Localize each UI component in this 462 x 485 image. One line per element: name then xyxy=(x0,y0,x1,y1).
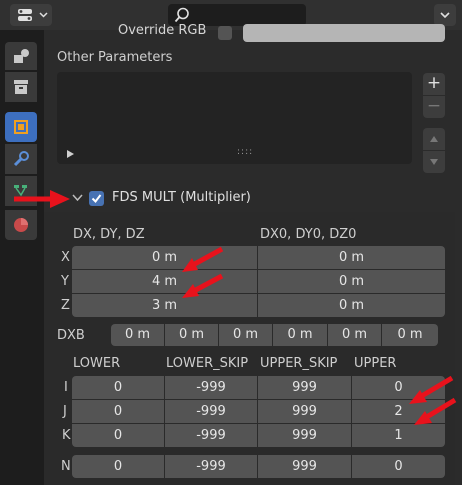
n-lower-field[interactable]: 0 xyxy=(72,455,164,478)
move-down-button[interactable] xyxy=(423,151,445,173)
header-lower-skip: LOWER_SKIP xyxy=(166,356,249,371)
dxb-field-3[interactable]: 0 m xyxy=(219,324,272,346)
tab-modifier[interactable] xyxy=(5,144,37,174)
material-icon xyxy=(14,218,28,232)
list-resize-grip-icon[interactable]: :::: xyxy=(237,147,253,157)
j-upper-skip-field[interactable]: 999 xyxy=(258,400,351,423)
dx0-field[interactable]: 0 m xyxy=(258,246,445,269)
particles-icon xyxy=(14,185,27,197)
k-lower-field[interactable]: 0 xyxy=(72,424,164,447)
axis-label-y: Y xyxy=(61,274,69,289)
k-upper-field[interactable]: 1 xyxy=(352,424,445,447)
i-upper-skip-field[interactable]: 999 xyxy=(258,376,351,399)
override-rgb-color-field[interactable] xyxy=(243,24,445,42)
tab-tool[interactable] xyxy=(5,42,37,70)
scrollbar[interactable] xyxy=(455,30,462,485)
dxb-field-2[interactable]: 0 m xyxy=(165,324,218,346)
checkmark-icon xyxy=(91,194,102,204)
n-upper-field[interactable]: 0 xyxy=(352,455,445,478)
wrench-icon xyxy=(13,151,29,167)
add-item-button[interactable]: + xyxy=(423,73,445,95)
remove-item-button[interactable]: − xyxy=(423,96,445,118)
i-lower-field[interactable]: 0 xyxy=(72,376,164,399)
axis-label-z: Z xyxy=(61,298,70,313)
tool-icon xyxy=(14,49,29,63)
deltas-header-left: DX, DY, DZ xyxy=(73,227,145,242)
dy-field[interactable]: 4 m xyxy=(72,270,257,293)
i-upper-field[interactable]: 0 xyxy=(352,376,445,399)
override-rgb-checkbox[interactable] xyxy=(218,26,232,40)
chevron-down-icon xyxy=(440,12,450,19)
dxb-label: DXB xyxy=(57,328,85,343)
j-lower-field[interactable]: 0 xyxy=(72,400,164,423)
axis-label-k: K xyxy=(62,428,71,443)
dz0-field[interactable]: 0 m xyxy=(258,294,445,317)
n-upper-skip-field[interactable]: 999 xyxy=(258,455,351,478)
k-upper-skip-field[interactable]: 999 xyxy=(258,424,351,447)
axis-label-n: N xyxy=(61,459,71,474)
fds-mult-checkbox[interactable] xyxy=(89,191,104,206)
deltas-header-right: DX0, DY0, DZ0 xyxy=(260,227,357,242)
fds-mult-header[interactable]: FDS MULT (Multiplier) xyxy=(44,184,455,212)
j-lower-skip-field[interactable]: -999 xyxy=(165,400,257,423)
editor-type-menu[interactable] xyxy=(10,4,52,26)
properties-editor-icon xyxy=(18,9,32,21)
archive-icon xyxy=(14,80,28,94)
object-icon xyxy=(14,120,28,134)
triangle-up-icon xyxy=(430,136,438,142)
list-expand-triangle-icon[interactable] xyxy=(67,150,74,158)
k-lower-skip-field[interactable]: -999 xyxy=(165,424,257,447)
n-lower-skip-field[interactable]: -999 xyxy=(165,455,257,478)
override-rgb-label: Override RGB xyxy=(118,23,207,38)
axis-label-x: X xyxy=(61,250,70,265)
dxb-field-5[interactable]: 0 m xyxy=(328,324,381,346)
options-dropdown-button[interactable] xyxy=(434,4,456,26)
fds-mult-title: FDS MULT (Multiplier) xyxy=(112,190,251,205)
tab-render[interactable] xyxy=(5,72,37,102)
dx-field[interactable]: 0 m xyxy=(72,246,257,269)
dz-field[interactable]: 3 m xyxy=(72,294,257,317)
dxb-field-1[interactable]: 0 m xyxy=(111,324,164,346)
other-parameters-list[interactable] xyxy=(57,72,412,164)
i-lower-skip-field[interactable]: -999 xyxy=(165,376,257,399)
header-lower: LOWER xyxy=(73,356,121,371)
dxb-field-4[interactable]: 0 m xyxy=(273,324,327,346)
dxb-field-6[interactable]: 0 m xyxy=(382,324,438,346)
chevron-down-icon xyxy=(39,12,48,18)
header-upper: UPPER xyxy=(354,356,397,371)
chevron-down-icon[interactable] xyxy=(72,194,83,202)
search-icon xyxy=(174,7,189,23)
other-parameters-label: Other Parameters xyxy=(57,50,173,65)
j-upper-field[interactable]: 2 xyxy=(352,400,445,423)
tab-material[interactable] xyxy=(5,210,37,240)
triangle-down-icon xyxy=(430,159,438,165)
header-upper-skip: UPPER_SKIP xyxy=(260,356,338,371)
dy0-field[interactable]: 0 m xyxy=(258,270,445,293)
tab-particles[interactable] xyxy=(5,176,37,206)
axis-label-j: J xyxy=(63,404,67,419)
tab-object[interactable] xyxy=(5,112,37,142)
axis-label-i: I xyxy=(64,380,68,395)
move-up-button[interactable] xyxy=(423,128,445,150)
